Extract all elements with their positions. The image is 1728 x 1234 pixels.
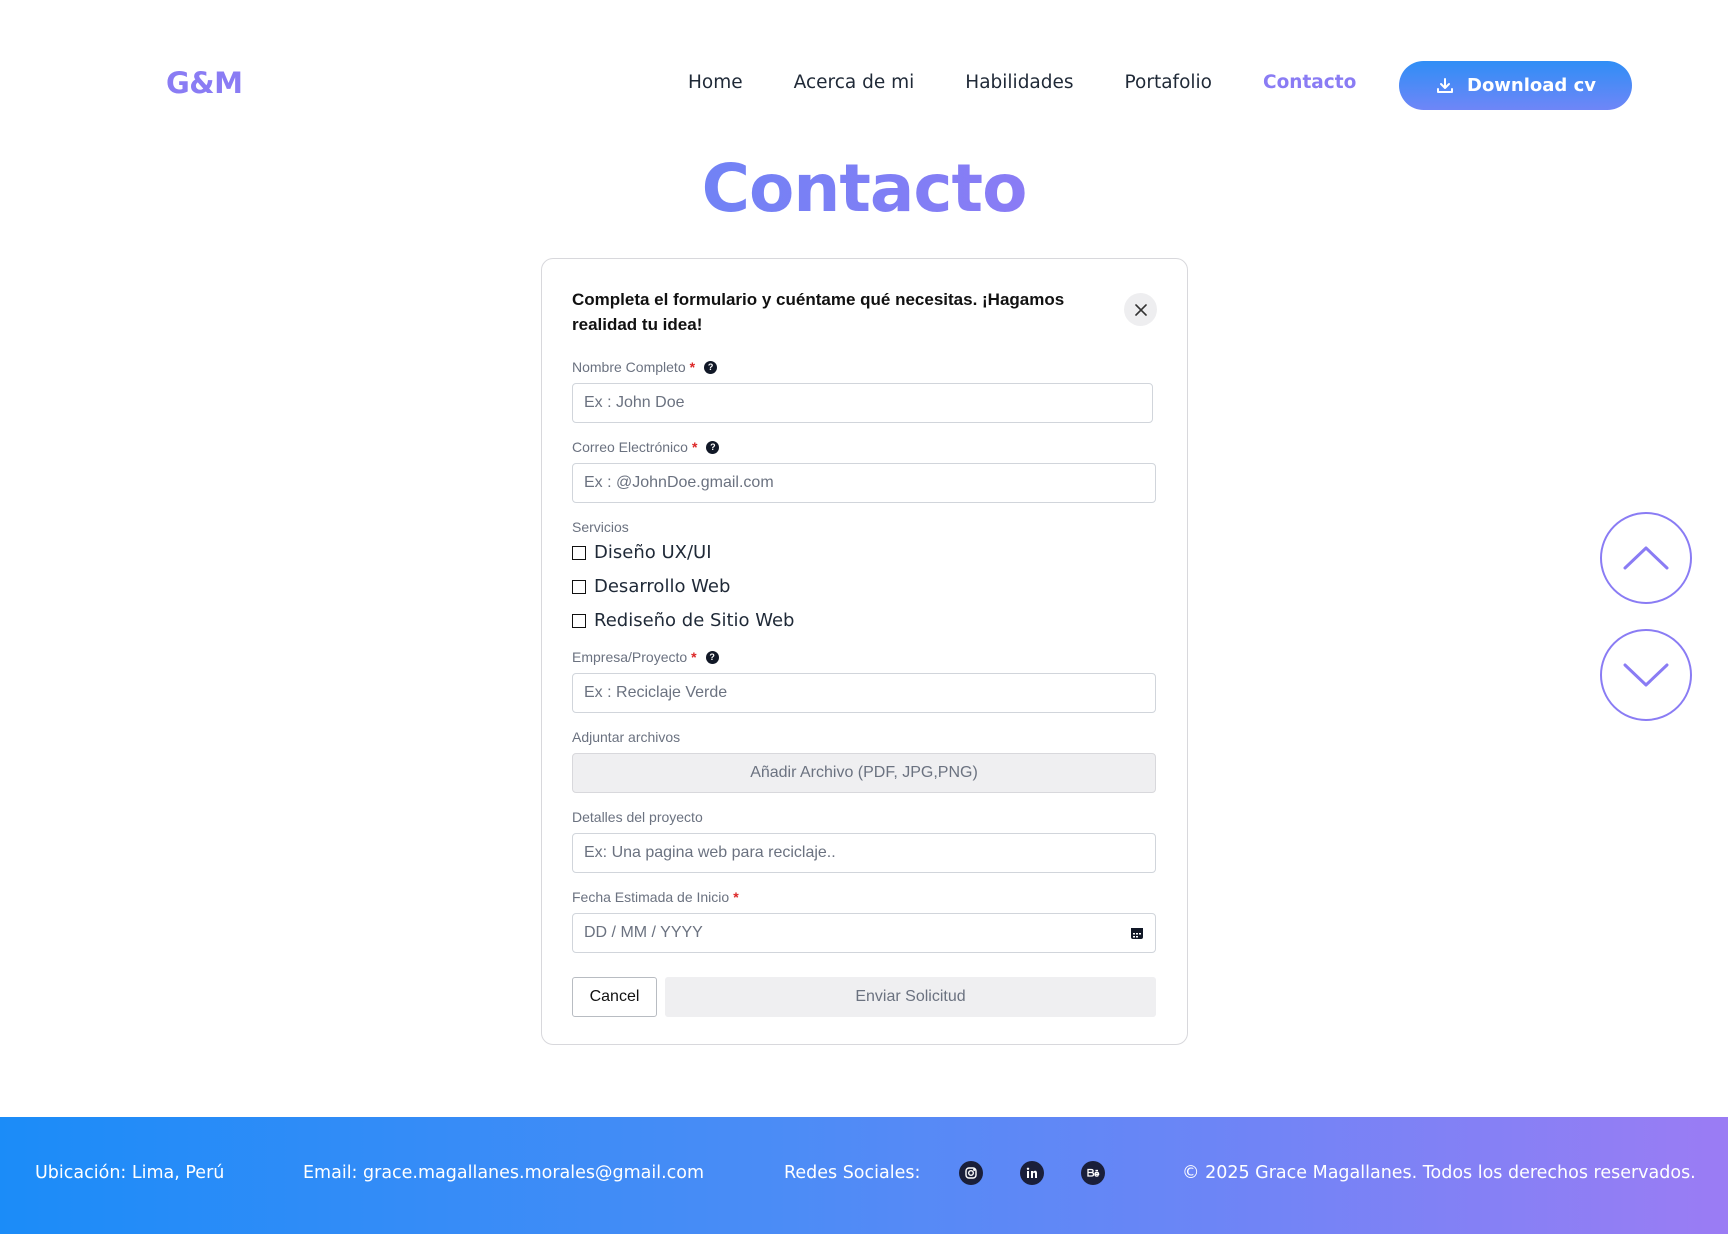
chevron-down-icon	[1623, 663, 1669, 687]
download-cv-button[interactable]: Download cv	[1399, 61, 1632, 110]
name-placeholder: Ex : John Doe	[584, 394, 685, 411]
service-checkbox-web-dev[interactable]: Desarrollo Web	[572, 576, 730, 597]
footer-email[interactable]: Email: grace.magallanes.morales@gmail.co…	[303, 1163, 704, 1183]
footer-social-label: Redes Sociales:	[784, 1163, 921, 1183]
footer-location: Ubicación: Lima, Perú	[35, 1163, 225, 1183]
email-label: Correo Electrónico * ?	[572, 439, 720, 455]
service-checkbox-ux-ui[interactable]: Diseño UX/UI	[572, 542, 712, 563]
behance-icon[interactable]	[1081, 1161, 1105, 1185]
attach-file-label: Añadir Archivo (PDF, JPG,PNG)	[750, 764, 978, 781]
services-label: Servicios	[572, 519, 629, 535]
service-checkbox-redesign[interactable]: Rediseño de Sitio Web	[572, 610, 794, 631]
download-cv-label: Download cv	[1467, 75, 1596, 96]
contact-form-card: Completa el formulario y cuéntame qué ne…	[541, 258, 1188, 1045]
required-mark: *	[691, 439, 698, 455]
checkbox[interactable]	[572, 545, 586, 560]
nav-about[interactable]: Acerca de mi	[794, 72, 915, 93]
nav-home[interactable]: Home	[688, 72, 743, 93]
submit-button[interactable]: Enviar Solicitud	[665, 977, 1156, 1017]
footer: Ubicación: Lima, Perú Email: grace.magal…	[0, 1117, 1728, 1234]
required-mark: *	[733, 889, 739, 905]
cancel-button[interactable]: Cancel	[572, 977, 657, 1017]
download-icon	[1437, 77, 1453, 93]
details-input[interactable]: Ex: Una pagina web para reciclaje..	[572, 833, 1156, 873]
required-mark: *	[689, 359, 696, 375]
instagram-icon[interactable]	[959, 1161, 983, 1185]
company-label: Empresa/Proyecto * ?	[572, 649, 719, 665]
details-label: Detalles del proyecto	[572, 809, 703, 825]
nav-skills[interactable]: Habilidades	[965, 72, 1073, 93]
checkbox[interactable]	[572, 613, 586, 628]
details-placeholder: Ex: Una pagina web para reciclaje..	[584, 844, 836, 861]
linkedin-icon[interactable]	[1020, 1161, 1044, 1185]
email-input[interactable]: Ex : @JohnDoe.gmail.com	[572, 463, 1156, 503]
close-button[interactable]	[1124, 293, 1157, 326]
calendar-icon[interactable]	[1130, 926, 1144, 940]
chevron-up-icon	[1623, 546, 1669, 570]
attach-file-button[interactable]: Añadir Archivo (PDF, JPG,PNG)	[572, 753, 1156, 793]
help-icon[interactable]: ?	[704, 360, 718, 374]
help-icon[interactable]: ?	[706, 440, 720, 454]
email-placeholder: Ex : @JohnDoe.gmail.com	[584, 474, 774, 491]
date-placeholder: DD / MM / YYYY	[584, 924, 703, 941]
name-label: Nombre Completo * ?	[572, 359, 718, 375]
main-nav: Home Acerca de mi Habilidades Portafolio…	[688, 72, 1407, 93]
required-mark: *	[691, 649, 697, 665]
help-icon[interactable]: ?	[705, 650, 719, 664]
form-heading: Completa el formulario y cuéntame qué ne…	[572, 290, 1065, 334]
company-input[interactable]: Ex : Reciclaje Verde	[572, 673, 1156, 713]
logo[interactable]: G&M	[166, 66, 243, 100]
attach-label: Adjuntar archivos	[572, 729, 681, 745]
checkbox[interactable]	[572, 579, 586, 594]
name-input[interactable]: Ex : John Doe	[572, 383, 1153, 423]
scroll-up-button[interactable]	[1600, 512, 1692, 604]
nav-contact[interactable]: Contacto	[1263, 72, 1356, 93]
date-label: Fecha Estimada de Inicio *	[572, 889, 739, 905]
nav-portfolio[interactable]: Portafolio	[1125, 72, 1212, 93]
date-input[interactable]: DD / MM / YYYY	[572, 913, 1156, 953]
page-title: Contacto	[0, 150, 1728, 227]
scroll-down-button[interactable]	[1600, 629, 1692, 721]
company-placeholder: Ex : Reciclaje Verde	[584, 684, 728, 701]
footer-copyright: © 2025 Grace Magallanes. Todos los derec…	[1182, 1163, 1696, 1183]
close-icon	[1134, 303, 1147, 316]
